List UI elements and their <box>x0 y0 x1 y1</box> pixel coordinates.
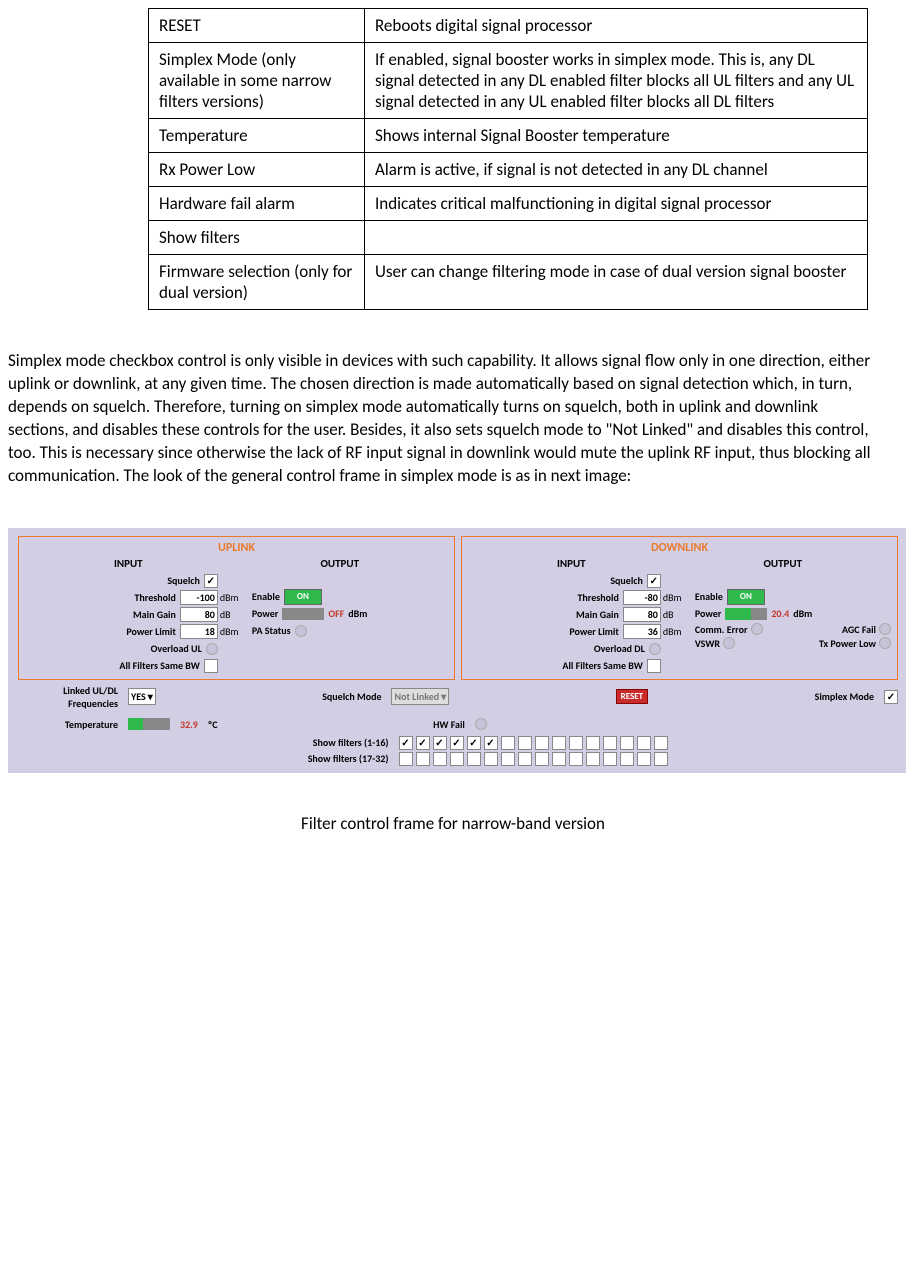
ul-gain-input[interactable]: 80 <box>180 607 218 622</box>
filter-checkbox[interactable] <box>518 752 532 766</box>
ul-threshold-input[interactable]: -100 <box>180 590 218 605</box>
filter-checkbox[interactable] <box>433 752 447 766</box>
dl-overload-led <box>649 643 661 655</box>
chevron-down-icon: ▾ <box>441 690 446 703</box>
dl-allbw-checkbox[interactable] <box>647 659 661 673</box>
squelch-mode-select[interactable]: Not Linked▾ <box>391 688 449 705</box>
filter-checkbox[interactable] <box>416 752 430 766</box>
downlink-section: DOWNLINK INPUTOUTPUT Squelch✓ Threshold-… <box>461 536 898 680</box>
table-row: Firmware selection (only for dual versio… <box>149 255 868 310</box>
hwfail-led <box>475 718 487 730</box>
filter-checkbox[interactable] <box>637 752 651 766</box>
filter-checkbox[interactable]: ✓ <box>467 736 481 750</box>
description-table: RESETReboots digital signal processorSim… <box>148 8 868 310</box>
filter-checkbox[interactable] <box>501 736 515 750</box>
filter-checkbox[interactable] <box>603 736 617 750</box>
filter-checkbox[interactable]: ✓ <box>484 736 498 750</box>
filter-checkbox[interactable] <box>569 736 583 750</box>
simplex-mode-checkbox[interactable]: ✓ <box>884 690 898 704</box>
filter-checkbox[interactable] <box>535 736 549 750</box>
filter-checkbox[interactable]: ✓ <box>433 736 447 750</box>
table-row: RESETReboots digital signal processor <box>149 9 868 43</box>
control-panel: UPLINK INPUTOUTPUT Squelch✓ Threshold-10… <box>8 528 906 773</box>
ul-squelch-checkbox[interactable]: ✓ <box>204 574 218 588</box>
filter-checkbox[interactable] <box>501 752 515 766</box>
filter-checkbox[interactable] <box>654 736 668 750</box>
filter-checkbox[interactable] <box>552 736 566 750</box>
filter-checkbox[interactable]: ✓ <box>450 736 464 750</box>
filter-checkbox[interactable] <box>450 752 464 766</box>
uplink-title: UPLINK <box>25 541 448 557</box>
ul-allbw-checkbox[interactable] <box>204 659 218 673</box>
comm-error-led <box>751 623 763 635</box>
filter-checkbox[interactable] <box>552 752 566 766</box>
filter-checkbox[interactable] <box>399 752 413 766</box>
ul-pa-led <box>295 625 307 637</box>
figure-caption: Filter control frame for narrow-band ver… <box>8 813 898 834</box>
filter-checkbox[interactable] <box>603 752 617 766</box>
filter-checkbox[interactable]: ✓ <box>416 736 430 750</box>
dl-gain-input[interactable]: 80 <box>623 607 661 622</box>
filter-checkbox[interactable]: ✓ <box>399 736 413 750</box>
linked-freq-select[interactable]: YES▾ <box>128 688 156 705</box>
ul-power-bar <box>282 608 324 620</box>
filter-checkbox[interactable] <box>467 752 481 766</box>
downlink-title: DOWNLINK <box>468 541 891 557</box>
dl-power-bar <box>725 608 767 620</box>
filter-checkbox[interactable] <box>654 752 668 766</box>
vswr-led <box>723 637 735 649</box>
filter-checkbox[interactable] <box>518 736 532 750</box>
filter-checkbox[interactable] <box>484 752 498 766</box>
table-row: Hardware fail alarmIndicates critical ma… <box>149 187 868 221</box>
filter-checkbox[interactable] <box>569 752 583 766</box>
agc-fail-led <box>879 623 891 635</box>
dl-squelch-checkbox[interactable]: ✓ <box>647 574 661 588</box>
simplex-paragraph: Simplex mode checkbox control is only vi… <box>8 350 878 488</box>
table-row: Rx Power LowAlarm is active, if signal i… <box>149 153 868 187</box>
uplink-section: UPLINK INPUTOUTPUT Squelch✓ Threshold-10… <box>18 536 455 680</box>
table-row: Simplex Mode (only available in some nar… <box>149 43 868 119</box>
filter-checkbox[interactable] <box>620 736 634 750</box>
chevron-down-icon: ▾ <box>148 690 153 703</box>
dl-threshold-input[interactable]: -80 <box>623 590 661 605</box>
filter-checkbox[interactable] <box>637 736 651 750</box>
dl-enable-button[interactable]: ON <box>727 589 765 605</box>
txlow-led <box>879 637 891 649</box>
dl-powerlimit-input[interactable]: 36 <box>623 624 661 639</box>
filter-checkbox[interactable] <box>535 752 549 766</box>
table-row: Show filters <box>149 221 868 255</box>
filter-checkbox[interactable] <box>620 752 634 766</box>
ul-overload-led <box>206 643 218 655</box>
temperature-bar <box>128 718 170 730</box>
ul-powerlimit-input[interactable]: 18 <box>180 624 218 639</box>
table-row: TemperatureShows internal Signal Booster… <box>149 119 868 153</box>
ul-enable-button[interactable]: ON <box>284 589 322 605</box>
filter-checkbox[interactable] <box>586 752 600 766</box>
filter-checkbox[interactable] <box>586 736 600 750</box>
reset-button[interactable]: RESET <box>616 689 648 704</box>
